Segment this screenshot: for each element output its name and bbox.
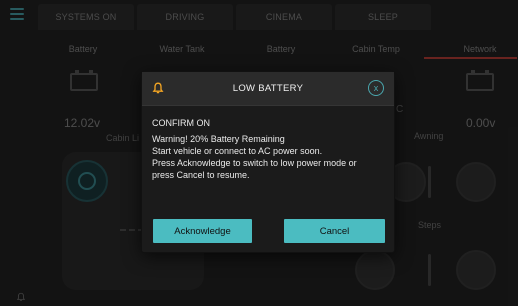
dialog-heading: CONFIRM ON	[152, 118, 210, 128]
close-circle-icon[interactable]: x	[368, 80, 384, 96]
low-battery-dialog: LOW BATTERY x CONFIRM ON Warning! 20% Ba…	[142, 72, 394, 252]
dialog-title: LOW BATTERY	[232, 83, 304, 94]
dialog-message-line: Start vehicle or connect to AC power soo…	[152, 146, 323, 156]
dialog-body: CONFIRM ON Warning! 20% Battery Remainin…	[152, 117, 388, 181]
acknowledge-button[interactable]: Acknowledge	[153, 219, 252, 243]
dialog-message-line: Press Acknowledge to switch to low power…	[152, 158, 357, 168]
dialog-message-line: press Cancel to resume.	[152, 170, 250, 180]
dialog-header: LOW BATTERY x	[142, 72, 394, 106]
cancel-button[interactable]: Cancel	[284, 219, 385, 243]
dialog-message-line: Warning! 20% Battery Remaining	[152, 134, 285, 144]
